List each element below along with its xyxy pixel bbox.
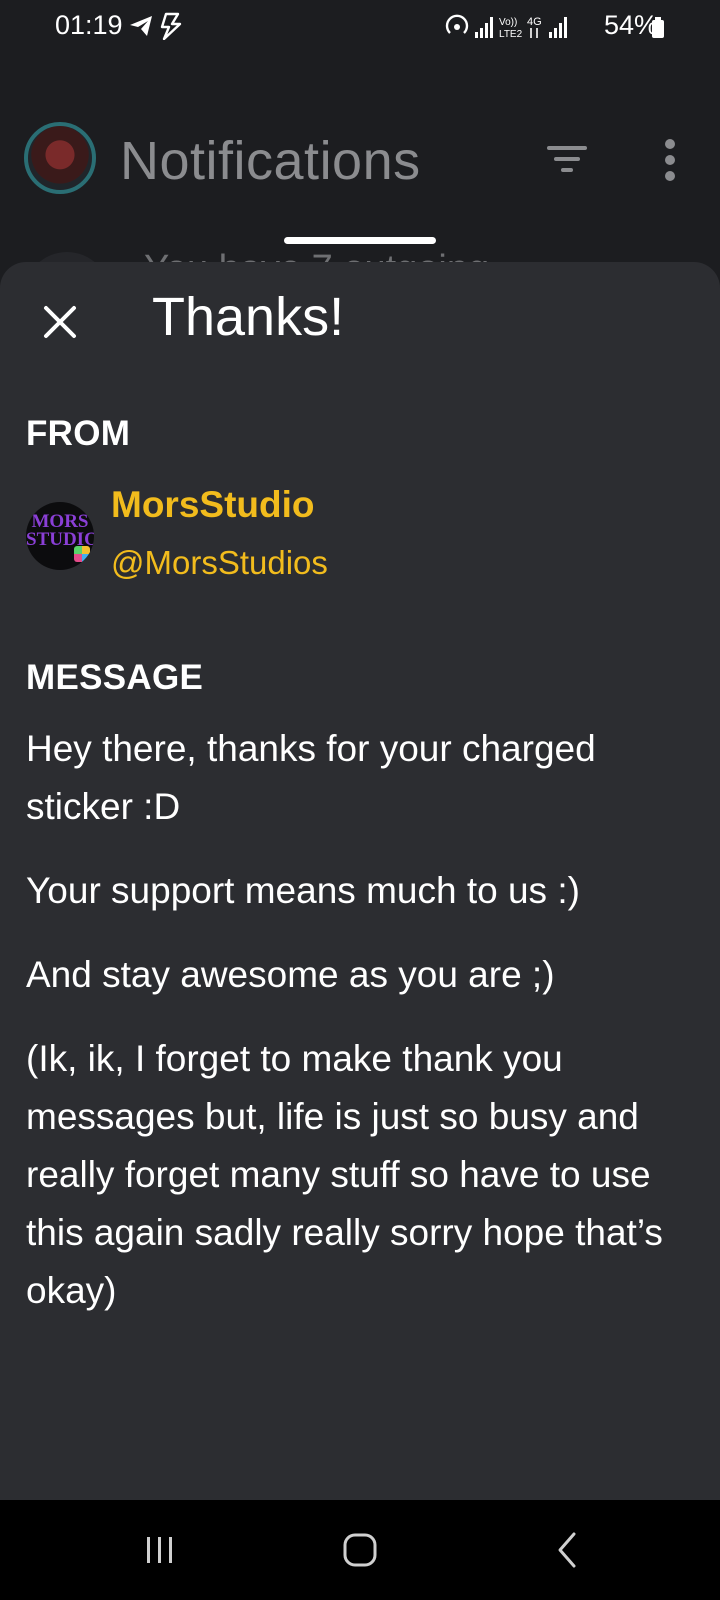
sheet-title: Thanks! bbox=[152, 287, 345, 347]
recent-apps-icon[interactable] bbox=[140, 1530, 180, 1570]
battery-icon bbox=[652, 17, 664, 38]
home-icon[interactable] bbox=[340, 1530, 380, 1570]
sender-handle[interactable]: @MorsStudios bbox=[111, 544, 328, 582]
close-icon[interactable] bbox=[36, 298, 84, 346]
message-paragraph: Hey there, thanks for your charged stick… bbox=[26, 728, 596, 827]
badge-icon bbox=[74, 546, 90, 562]
status-bar: 01:19 Vo)) LTE2 4G 54% bbox=[0, 0, 720, 52]
4g-icon: 4G bbox=[527, 16, 542, 28]
sheet-drag-handle[interactable] bbox=[284, 237, 436, 244]
more-options-icon[interactable] bbox=[658, 138, 682, 182]
signal-icon bbox=[475, 17, 493, 38]
sender-avatar-logo: MORS STUDIOS bbox=[26, 511, 94, 550]
message-paragraph: And stay awesome as you are ;) bbox=[26, 954, 555, 995]
notifications-screen: Notifications You have 7 outgoing bbox=[0, 52, 720, 338]
message-label: MESSAGE bbox=[26, 658, 204, 697]
battery-percent: 54% bbox=[603, 10, 658, 40]
svg-text:LTE2: LTE2 bbox=[499, 29, 523, 40]
filter-icon[interactable] bbox=[545, 142, 589, 176]
back-icon[interactable] bbox=[548, 1530, 588, 1570]
lightning-icon bbox=[160, 12, 182, 40]
sender-name[interactable]: MorsStudio bbox=[111, 484, 314, 526]
sender-avatar[interactable]: MORS STUDIOS bbox=[26, 502, 94, 570]
navigation-bar bbox=[0, 1500, 720, 1600]
volte-icon: Vo)) bbox=[499, 17, 517, 28]
status-time: 01:19 bbox=[55, 10, 123, 40]
from-label: FROM bbox=[26, 414, 131, 453]
message-paragraph: (Ik, ik, I forget to make thank you mess… bbox=[26, 1038, 663, 1311]
user-avatar[interactable] bbox=[24, 122, 96, 194]
hotspot-icon: Vo)) LTE2 4G bbox=[445, 14, 567, 40]
notifications-title: Notifications bbox=[120, 131, 421, 191]
message-sheet: Thanks! FROM MORS STUDIOS MorsStudio @Mo… bbox=[0, 262, 720, 1500]
message-body: Hey there, thanks for your charged stick… bbox=[26, 720, 696, 1346]
message-paragraph: Your support means much to us :) bbox=[26, 870, 580, 911]
telegram-icon bbox=[130, 12, 182, 40]
